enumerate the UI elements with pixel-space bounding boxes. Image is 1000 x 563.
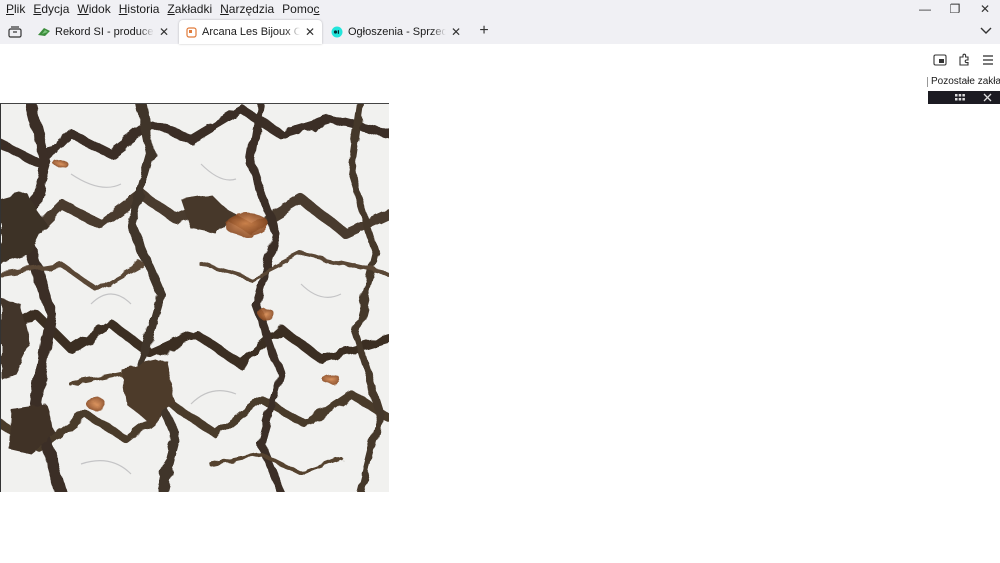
restore-button[interactable]: ❐ xyxy=(940,0,970,18)
menu-widok[interactable]: Widok xyxy=(77,0,110,18)
extensions-button[interactable] xyxy=(955,51,973,69)
new-tab-button[interactable]: + xyxy=(475,22,493,40)
tab-list-button[interactable] xyxy=(4,21,26,43)
app-menu-button[interactable] xyxy=(979,51,997,69)
tab-strip: Rekord SI - producent oprogramowania ✕ A… xyxy=(0,18,1000,44)
tab-rekord[interactable]: Rekord SI - producent oprogramowania ✕ xyxy=(32,20,176,44)
rekord-logo-icon xyxy=(38,26,50,38)
marble-texture xyxy=(1,104,389,492)
toolbar-right xyxy=(928,48,1000,72)
tab-arcana[interactable]: Arcana Les Bijoux Odilon-R 80x80 ✕ xyxy=(179,20,322,44)
grid-icon[interactable] xyxy=(955,93,965,102)
menu-zakladki[interactable]: Zakładki xyxy=(167,0,212,18)
menu-plik[interactable]: Plik xyxy=(6,0,25,18)
menu-items: Plik Edycja Widok Historia Zakładki Narz… xyxy=(0,0,328,18)
tab-title: Rekord SI - producent oprogramowania xyxy=(55,26,154,38)
tab-close-button[interactable]: ✕ xyxy=(304,25,316,39)
other-bookmarks[interactable]: Pozostałe zakładki xyxy=(927,76,1000,87)
close-window-button[interactable]: ✕ xyxy=(970,0,1000,18)
menu-bar: Plik Edycja Widok Historia Zakładki Narz… xyxy=(0,0,1000,18)
close-icon[interactable] xyxy=(983,93,992,102)
menu-pomoc[interactable]: Pomoc xyxy=(282,0,319,18)
tab-close-button[interactable]: ✕ xyxy=(450,25,462,39)
bookmark-separator xyxy=(927,76,928,87)
picture-in-picture-button[interactable] xyxy=(931,51,949,69)
tab-title: Ogłoszenia - Sprzedam, kupię na OLX.pl xyxy=(348,26,446,38)
puzzle-icon xyxy=(959,53,969,66)
minimize-button[interactable]: — xyxy=(910,0,940,18)
page-icon xyxy=(185,26,197,38)
olx-icon xyxy=(331,26,343,38)
other-bookmarks-label: Pozostałe zakładki xyxy=(931,76,1000,87)
tab-title: Arcana Les Bijoux Odilon-R 80x80 xyxy=(202,26,300,38)
menu-edycja[interactable]: Edycja xyxy=(33,0,69,18)
chevron-down-icon xyxy=(980,27,992,34)
menu-narzedzia[interactable]: Narzędzia xyxy=(220,0,274,18)
marble-tile-image xyxy=(0,103,389,492)
screenshot-icon xyxy=(933,54,947,66)
hamburger-menu-icon xyxy=(983,55,993,65)
tab-close-button[interactable]: ✕ xyxy=(158,25,170,39)
tab-olx[interactable]: Ogłoszenia - Sprzedam, kupię na OLX.pl ✕ xyxy=(325,20,468,44)
window-controls: — ❐ ✕ xyxy=(910,0,1000,18)
list-all-tabs-button[interactable] xyxy=(978,23,994,39)
tab-list-icon xyxy=(8,26,22,38)
menu-historia[interactable]: Historia xyxy=(119,0,160,18)
dark-overlay-strip xyxy=(928,91,1000,104)
